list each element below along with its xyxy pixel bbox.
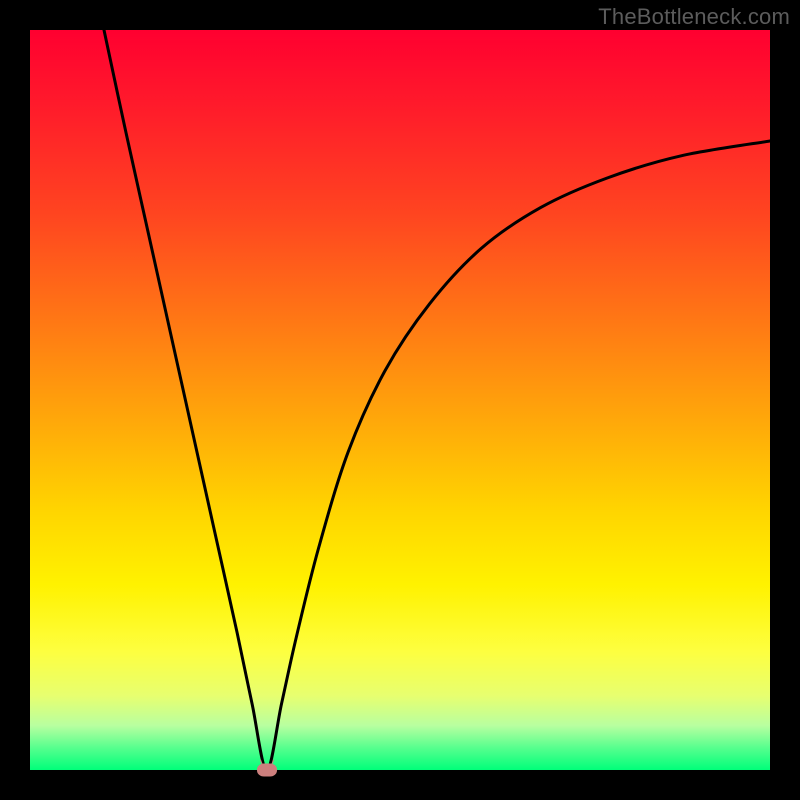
minimum-marker-icon bbox=[257, 764, 277, 777]
curve-path bbox=[104, 30, 770, 770]
bottleneck-curve bbox=[30, 30, 770, 770]
plot-area bbox=[30, 30, 770, 770]
watermark-label: TheBottleneck.com bbox=[598, 4, 790, 30]
chart-frame: TheBottleneck.com bbox=[0, 0, 800, 800]
